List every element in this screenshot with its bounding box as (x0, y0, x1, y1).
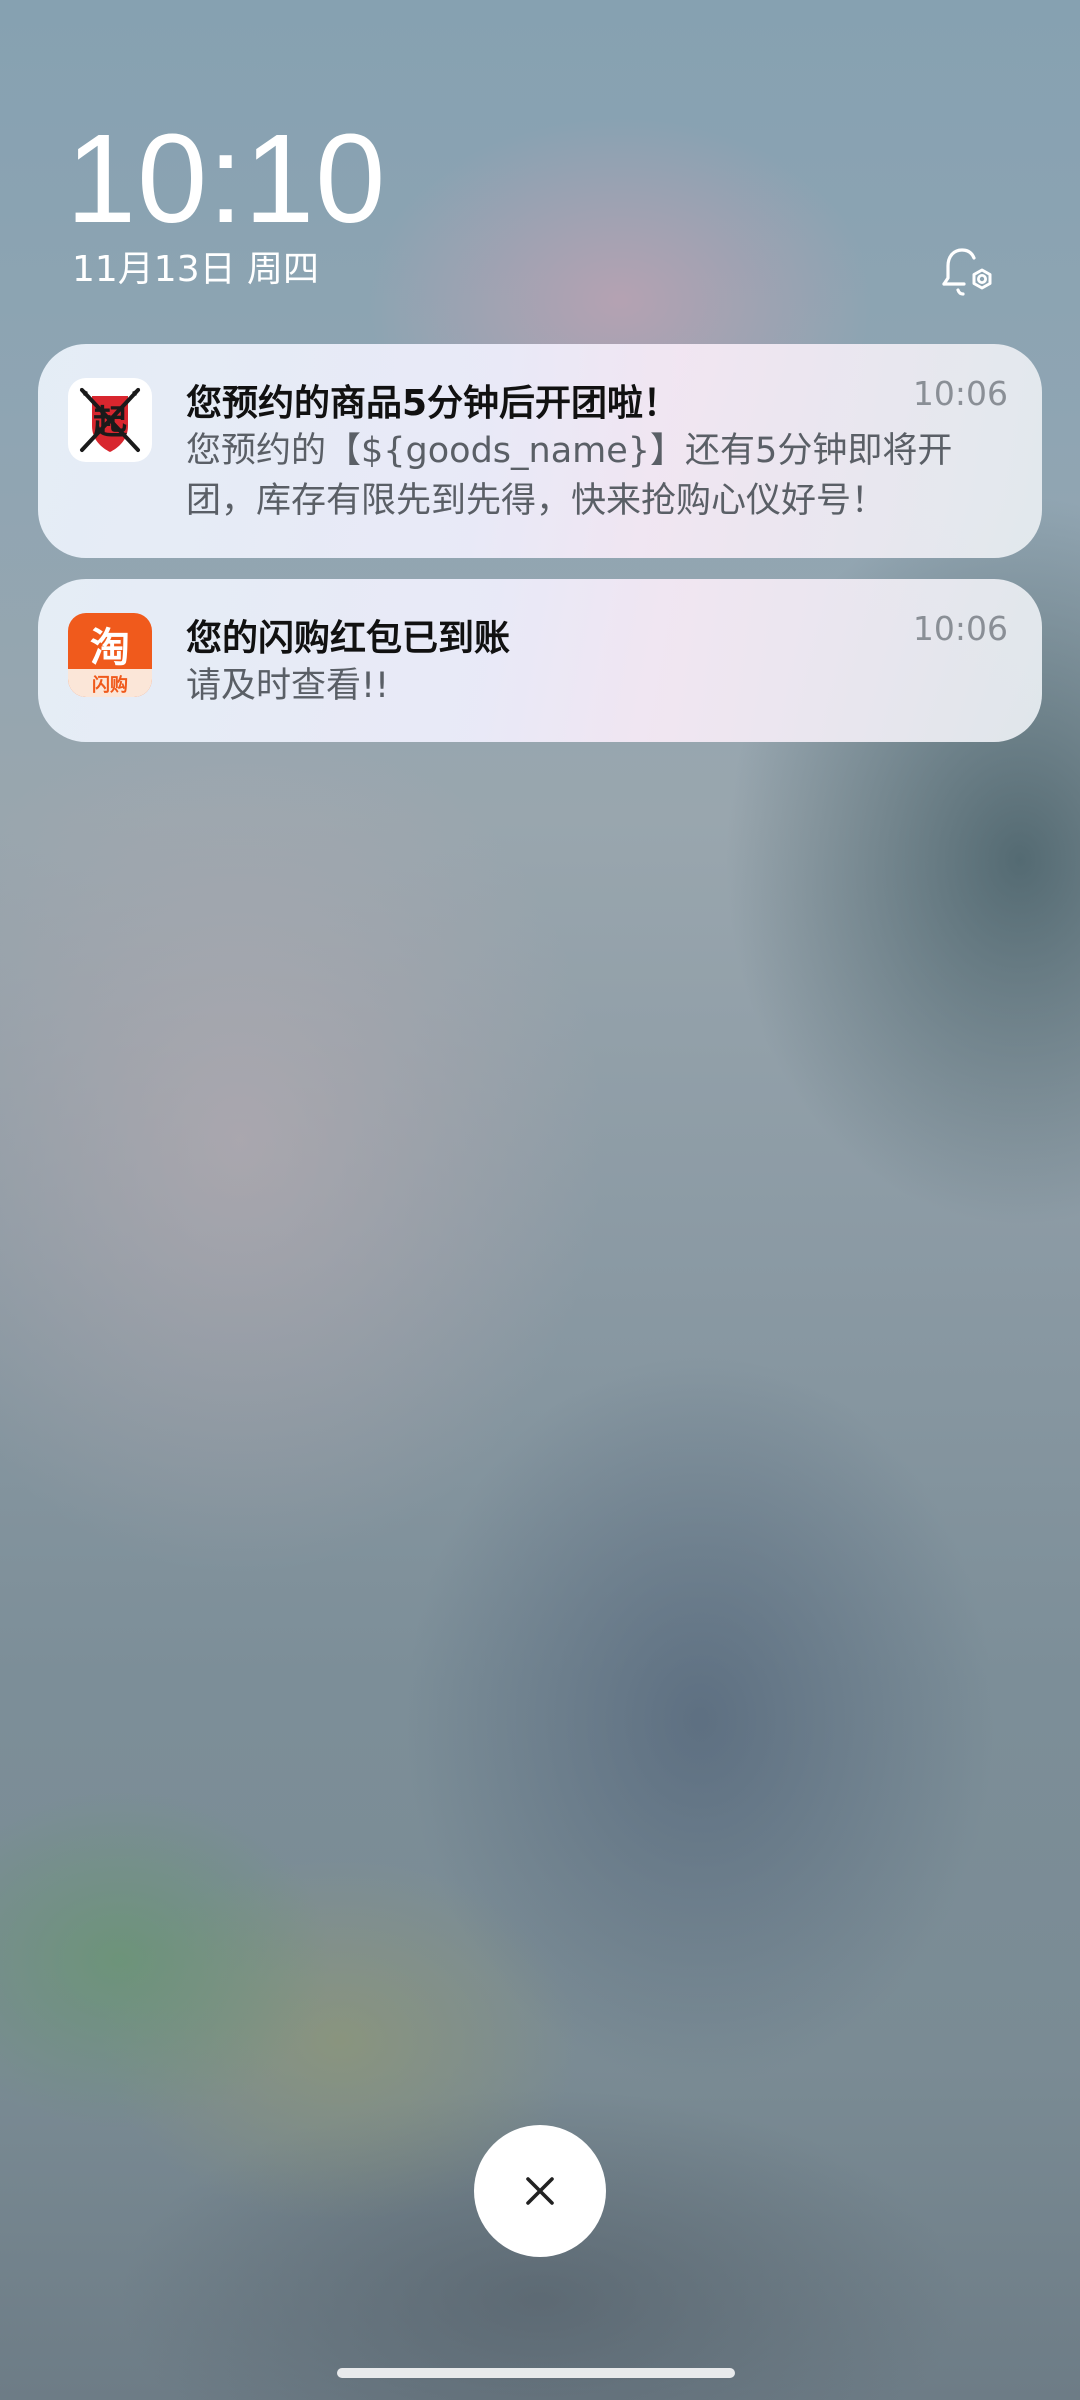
home-indicator[interactable] (337, 2368, 735, 2378)
bell-settings-icon (942, 248, 992, 296)
notification-title: 您预约的商品5分钟后开团啦！ (186, 383, 680, 424)
qi-icon-glyph: 起 (93, 403, 128, 443)
notification-body: 请及时查看!! (186, 666, 390, 706)
notification-time: 10:06 (912, 374, 1008, 413)
taobao-icon-glyph: 淘 (90, 625, 130, 671)
notification-title: 您的闪购红包已到账 (186, 618, 511, 659)
lockscreen-date: 11月13日 周四 (72, 249, 320, 290)
notification-card[interactable]: 起 您预约的商品5分钟后开团啦！ 10:06 您预约的【${goods_name… (38, 344, 1042, 558)
notification-body: 您预约的【${goods_name}】还有5分钟即将开团，库存有限先到先得，快来… (186, 431, 953, 521)
close-icon (526, 2177, 554, 2205)
clear-notifications-button[interactable] (474, 2125, 606, 2257)
notification-time: 10:06 (912, 609, 1008, 648)
taobao-shangou-app-icon: 淘 闪购 (68, 613, 152, 697)
shangou-icon-glyph: 闪购 (92, 674, 128, 696)
notification-card[interactable]: 淘 闪购 您的闪购红包已到账 10:06 请及时查看!! (38, 579, 1042, 742)
qi-app-icon: 起 (68, 378, 152, 462)
lockscreen-clock: 10:10 (66, 108, 387, 249)
notification-settings-button[interactable] (934, 240, 998, 304)
